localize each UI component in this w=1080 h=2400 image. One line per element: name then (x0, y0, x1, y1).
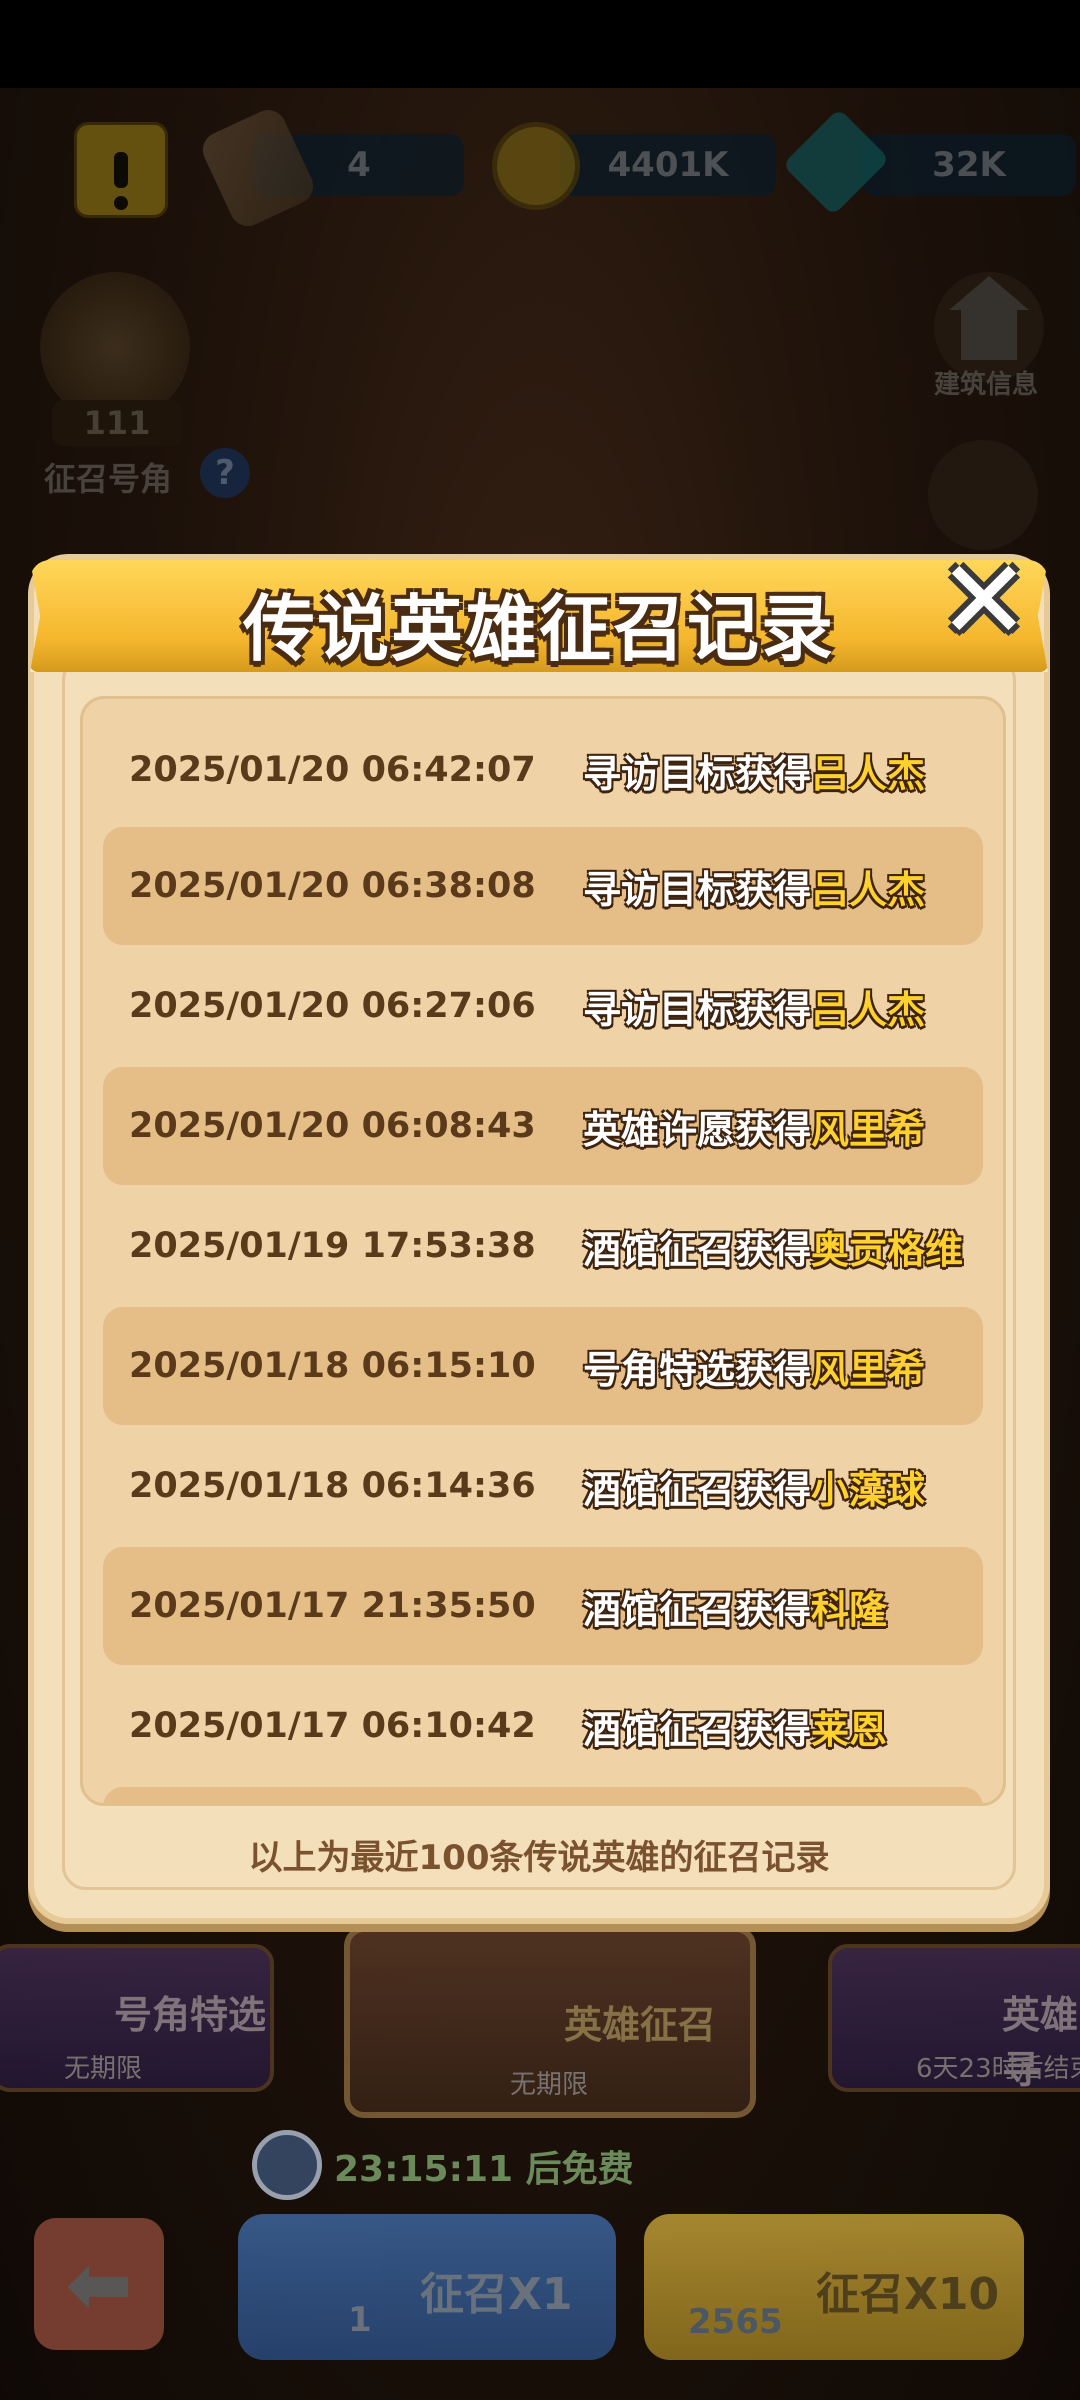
record-source: 英雄许愿获得 (583, 1107, 812, 1152)
record-row: 2025/01/18 06:14:36 酒馆征召获得小藻球 (103, 1427, 983, 1545)
record-source: 寻访目标获得 (583, 751, 812, 796)
record-time: 2025/01/20 06:38:08 (129, 866, 536, 906)
hero-search-card[interactable]: 英雄寻 6天23时后结束 (828, 1944, 1080, 2092)
summon-x10-cost: 2565 (688, 2302, 783, 2342)
record-hero: 小藻球 (811, 1467, 926, 1512)
record-hero: 奥贡格维 (811, 1227, 964, 1272)
record-row: 2025/01/18 06:15:10 号角特选获得风里希 (103, 1307, 983, 1425)
card-subtitle: 无期限 (510, 2070, 589, 2100)
record-row: 2025/01/20 06:38:08 寻访目标获得吕人杰 (103, 827, 983, 945)
card-title: 英雄征召 (564, 2003, 717, 2047)
record-footer-note: 以上为最近100条传说英雄的征召记录 (248, 1838, 830, 1878)
record-time: 2025/01/18 06:15:10 (129, 1346, 536, 1386)
record-hero: 吕人杰 (811, 987, 926, 1032)
card-subtitle: 6天23时后结束 (916, 2054, 1080, 2084)
back-arrow-icon: ⬅ (65, 2237, 133, 2331)
summon-x1-cost: 1 (348, 2300, 372, 2340)
summon-x10-button[interactable]: 2565 征召X10 (644, 2214, 1024, 2360)
record-source: 酒馆征召获得 (583, 1707, 812, 1752)
record-text: 寻访目标获得吕人杰 (583, 743, 925, 798)
record-text: 英雄许愿获得风里希 (583, 1099, 925, 1154)
record-time: 2025/01/17 21:35:50 (129, 1586, 536, 1626)
record-row: 2025/01/17 21:35:50 酒馆征召获得科隆 (103, 1547, 983, 1665)
record-text: 酒馆征召获得科隆 (583, 1579, 887, 1634)
card-subtitle: 无期限 (64, 2054, 143, 2084)
record-hero: 风里希 (811, 1107, 926, 1152)
record-row: 2025/01/17 06:10:42 酒馆征召获得莱恩 (103, 1667, 983, 1785)
free-timer: 23:15:11 后免费 (334, 2149, 634, 2190)
record-text: 寻访目标获得吕人杰 (583, 979, 925, 1034)
record-text: 酒馆征召获得奥贡格维 (583, 1219, 963, 1274)
dialog-title: 传说英雄征召记录 (242, 587, 835, 671)
record-source: 酒馆征召获得 (583, 1227, 812, 1272)
record-time: 2025/01/20 06:27:06 (129, 986, 536, 1026)
summon-x1-label: 征召X1 (420, 2269, 573, 2320)
record-source: 寻访目标获得 (583, 987, 812, 1032)
hero-summon-card[interactable]: 英雄征召 无期限 (344, 1926, 756, 2118)
record-hero: 吕人杰 (811, 751, 926, 796)
record-time: 2025/01/18 06:14:36 (129, 1466, 536, 1506)
record-source: 酒馆征召获得 (583, 1587, 812, 1632)
record-hero: 莱恩 (811, 1707, 888, 1752)
status-bar (0, 0, 1080, 88)
record-time: 2025/01/19 17:53:38 (129, 1226, 536, 1266)
close-icon: ✕ (937, 536, 1031, 664)
clock-icon (252, 2130, 322, 2200)
record-list[interactable]: 2025/01/20 06:42:07 寻访目标获得吕人杰 2025/01/20… (80, 696, 1006, 1806)
record-row-partial (103, 1787, 983, 1803)
record-source: 寻访目标获得 (583, 867, 812, 912)
record-row: 2025/01/19 17:53:38 酒馆征召获得奥贡格维 (103, 1187, 983, 1305)
record-text: 酒馆征召获得莱恩 (583, 1699, 887, 1754)
summon-x1-button[interactable]: 1 征召X1 (238, 2214, 616, 2360)
record-hero: 风里希 (811, 1347, 926, 1392)
record-time: 2025/01/20 06:08:43 (129, 1106, 536, 1146)
close-button[interactable]: ✕ (932, 536, 1036, 664)
horn-select-card[interactable]: 号角特选 无期限 (0, 1944, 274, 2092)
record-time: 2025/01/20 06:42:07 (129, 750, 536, 790)
record-row: 2025/01/20 06:42:07 寻访目标获得吕人杰 (103, 711, 983, 829)
record-time: 2025/01/17 06:10:42 (129, 1706, 536, 1746)
record-row: 2025/01/20 06:08:43 英雄许愿获得风里希 (103, 1067, 983, 1185)
record-text: 寻访目标获得吕人杰 (583, 859, 925, 914)
summon-x10-label: 征召X10 (816, 2269, 1000, 2320)
record-source: 号角特选获得 (583, 1347, 812, 1392)
record-hero: 科隆 (811, 1587, 888, 1632)
card-title: 号角特选 (114, 1993, 267, 2037)
record-source: 酒馆征召获得 (583, 1467, 812, 1512)
record-text: 号角特选获得风里希 (583, 1339, 925, 1394)
record-hero: 吕人杰 (811, 867, 926, 912)
record-text: 酒馆征召获得小藻球 (583, 1459, 925, 1514)
dialog-header: 传说英雄征召记录 (30, 560, 1048, 680)
record-row: 2025/01/20 06:27:06 寻访目标获得吕人杰 (103, 947, 983, 1065)
back-button[interactable]: ⬅ (34, 2218, 164, 2350)
